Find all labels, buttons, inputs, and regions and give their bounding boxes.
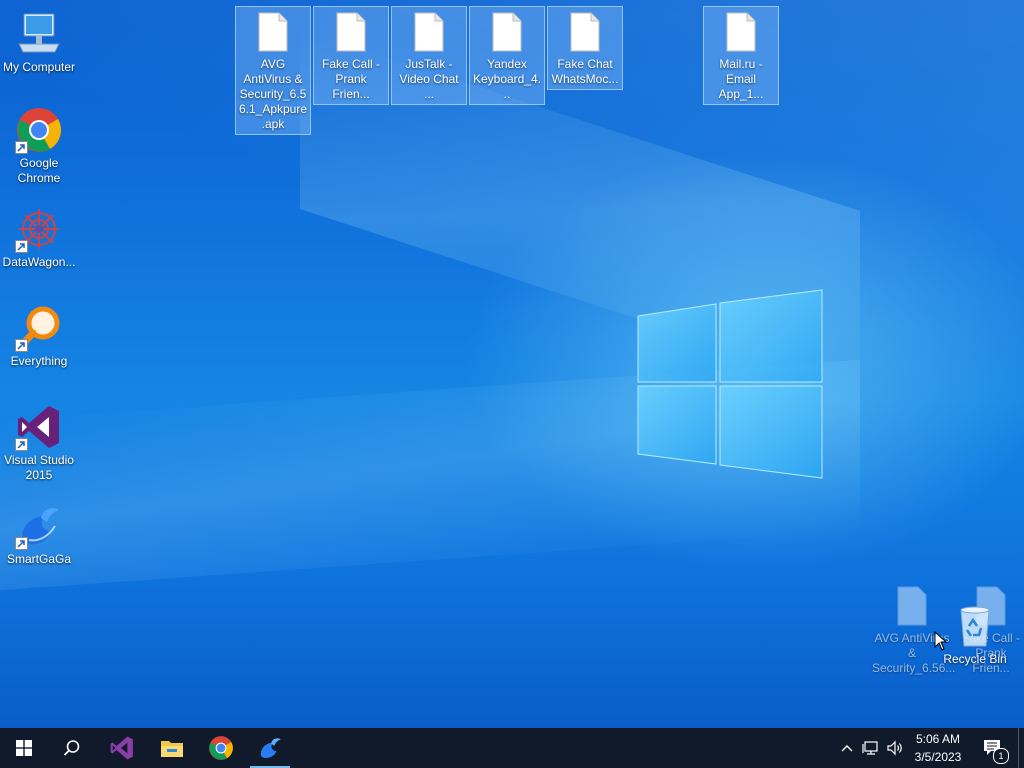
clock[interactable]: 5:06 AM 3/5/2023: [902, 730, 974, 766]
document-icon: [726, 12, 756, 52]
shortcut-arrow-icon: [15, 537, 28, 550]
file-label: Yandex Keyboard_4...: [472, 57, 542, 101]
desktop-icon-google-chrome[interactable]: Google Chrome: [1, 106, 77, 186]
file-explorer-icon: [161, 741, 183, 757]
smartgaga-icon: [15, 502, 63, 550]
desktop[interactable]: My Computer Google Chrome DataWagon... E…: [0, 0, 1024, 728]
shortcut-arrow-icon: [15, 438, 28, 451]
chrome-icon: [15, 106, 63, 154]
visual-studio-icon: [15, 403, 63, 451]
file-icon-justalk[interactable]: JusTalk - Video Chat ...: [391, 6, 467, 105]
computer-icon: [15, 10, 63, 58]
everything-search-icon: [15, 304, 63, 352]
datawagon-icon: [15, 205, 63, 253]
file-label: JusTalk - Video Chat ...: [399, 57, 459, 101]
network-button[interactable]: [860, 728, 882, 768]
show-hidden-icons-button[interactable]: [838, 728, 856, 768]
smartgaga-icon: [260, 738, 281, 758]
taskbar-chrome[interactable]: [197, 728, 245, 768]
desktop-icon-label: Visual Studio 2015: [4, 453, 74, 482]
action-center-button[interactable]: 1: [978, 728, 1009, 768]
clock-date: 3/5/2023: [914, 750, 962, 764]
desktop-icon-label: Google Chrome: [17, 156, 61, 185]
file-icon-avg-antivirus[interactable]: AVG AntiVirus & Security_6.56.1_Apkpure.…: [235, 6, 311, 135]
desktop-icon-label: My Computer: [2, 60, 76, 74]
desktop-icon-datawagon[interactable]: DataWagon...: [1, 205, 77, 270]
desktop-icon-visual-studio[interactable]: Visual Studio 2015: [1, 403, 77, 483]
show-desktop-button[interactable]: [1018, 728, 1024, 768]
file-icon-fake-call[interactable]: Fake Call - Prank Frien...: [313, 6, 389, 105]
chrome-icon: [209, 736, 233, 760]
desktop-icon-smartgaga[interactable]: SmartGaGa: [1, 502, 77, 567]
search-button[interactable]: [48, 728, 96, 768]
notification-count-badge: 1: [993, 748, 1009, 764]
shortcut-arrow-icon: [15, 240, 28, 253]
desktop-icon-label: DataWagon...: [2, 255, 76, 269]
desktop-icon-label: SmartGaGa: [6, 552, 72, 566]
document-icon: [492, 12, 522, 52]
recycle-bin-icon: [951, 602, 999, 650]
clock-time: 5:06 AM: [915, 732, 961, 746]
document-icon: [570, 12, 600, 52]
network-icon: [862, 741, 878, 755]
document-icon: [414, 12, 444, 52]
taskbar-visual-studio[interactable]: [98, 728, 146, 768]
taskbar-file-explorer[interactable]: [148, 728, 196, 768]
mouse-cursor-icon: [934, 631, 948, 651]
windows-logo-wallpaper: [637, 289, 823, 479]
taskbar: 5:06 AM 3/5/2023 1: [0, 728, 1024, 768]
windows-start-icon: [16, 740, 32, 756]
file-icon-yandex-keyboard[interactable]: Yandex Keyboard_4...: [469, 6, 545, 105]
document-icon: [258, 12, 288, 52]
desktop-icon-everything[interactable]: Everything: [1, 304, 77, 369]
file-icon-fake-chat[interactable]: Fake Chat WhatsMoc...: [547, 6, 623, 90]
file-label: Fake Call - Prank Frien...: [321, 57, 380, 101]
file-label: AVG AntiVirus & Security_6.56.1_Apkpure.…: [238, 57, 308, 131]
file-label: Fake Chat WhatsMoc...: [551, 57, 619, 86]
chevron-up-icon: [841, 745, 853, 752]
file-icon-mail-ru[interactable]: Mail.ru - Email App_1...: [703, 6, 779, 105]
visual-studio-icon: [110, 736, 133, 760]
shortcut-arrow-icon: [15, 339, 28, 352]
document-icon: [897, 586, 927, 626]
desktop-icon-my-computer[interactable]: My Computer: [1, 10, 77, 75]
desktop-icon-label: Recycle Bin: [943, 652, 1007, 666]
desktop-icon-label: Everything: [10, 354, 68, 368]
desktop-icon-recycle-bin[interactable]: Recycle Bin: [937, 602, 1013, 667]
taskbar-smartgaga[interactable]: [246, 728, 294, 768]
search-icon: [63, 740, 80, 756]
file-label: Mail.ru - Email App_1...: [718, 57, 764, 101]
document-icon: [336, 12, 366, 52]
start-button[interactable]: [0, 728, 48, 768]
shortcut-arrow-icon: [15, 141, 28, 154]
